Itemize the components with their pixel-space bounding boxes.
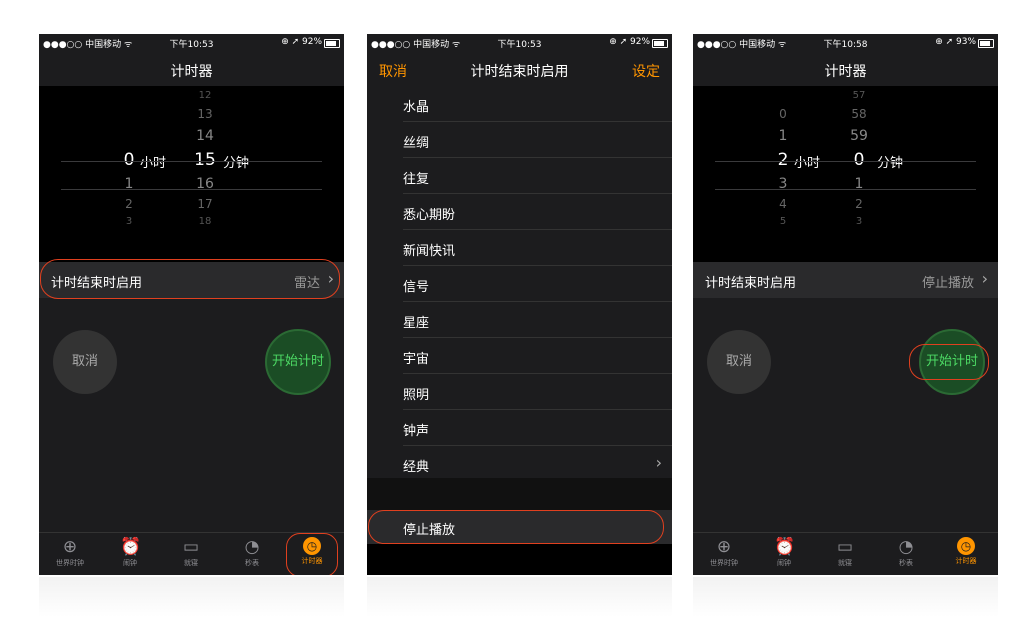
bed-icon: ▭ bbox=[182, 537, 200, 557]
list-item[interactable]: 钟声 bbox=[403, 410, 672, 446]
status-right: ⊕ ➚ 93% bbox=[935, 37, 976, 47]
tab-bedtime[interactable]: ▭ 就寝 bbox=[817, 537, 873, 568]
nav-bar: 计时器 bbox=[693, 52, 998, 86]
highlight-annotation bbox=[909, 344, 989, 380]
tab-stopwatch[interactable]: ◔ 秒表 bbox=[878, 537, 934, 568]
battery-icon bbox=[978, 39, 994, 48]
sound-list: 水晶 丝绸 往复 悉心期盼 新闻快讯 信号 星座 宇宙 照明 钟声 经典 › bbox=[367, 86, 672, 478]
list-item[interactable]: 信号 bbox=[403, 266, 672, 302]
list-item[interactable]: 往复 bbox=[403, 158, 672, 194]
time-picker[interactable]: 0 1 2 3 4 5 小时 57 58 59 0 1 2 3 分钟 bbox=[693, 86, 998, 262]
battery-icon bbox=[652, 39, 668, 48]
picker-selection-line bbox=[61, 189, 322, 190]
highlight-annotation bbox=[368, 510, 664, 544]
list-item[interactable]: 新闻快讯 bbox=[403, 230, 672, 266]
list-item[interactable]: 照明 bbox=[403, 374, 672, 410]
phone-screen-timer: ●●●○○ 中国移动 ᯤ 下午10:53 ⊕ ➚ 92% 计时器 0 1 2 3… bbox=[39, 34, 344, 575]
picker-hour: 3 bbox=[125, 216, 133, 227]
picker-hour: 1 bbox=[778, 128, 788, 144]
list-item[interactable]: 星座 bbox=[403, 302, 672, 338]
highlight-annotation bbox=[40, 259, 340, 299]
picker-minute: 2 bbox=[855, 197, 863, 211]
list-item[interactable]: 悉心期盼 bbox=[403, 194, 672, 230]
battery-icon bbox=[324, 39, 340, 48]
status-right: ⊕ ➚ 92% bbox=[281, 37, 322, 47]
picker-minute: 17 bbox=[197, 197, 213, 211]
alarm-icon: ⏰ bbox=[120, 537, 142, 557]
stopwatch-icon: ◔ bbox=[898, 537, 914, 557]
picker-minute: 3 bbox=[855, 216, 863, 227]
globe-icon: ⊕ bbox=[716, 537, 732, 557]
globe-icon: ⊕ bbox=[62, 537, 78, 557]
phone-reflection bbox=[367, 577, 672, 617]
picker-minute: 14 bbox=[196, 128, 214, 144]
alarm-icon: ⏰ bbox=[774, 537, 796, 557]
page-title: 计时结束时启用 bbox=[470, 64, 569, 80]
picker-minute: 59 bbox=[850, 128, 868, 144]
picker-minute: 18 bbox=[198, 216, 212, 227]
picker-selection-line bbox=[715, 161, 976, 162]
phone-reflection bbox=[39, 577, 344, 617]
nav-bar: 取消 计时结束时启用 设定 bbox=[367, 52, 672, 86]
picker-minute: 58 bbox=[851, 107, 867, 121]
status-bar: ●●●○○ 中国移动 ᯤ 下午10:58 ⊕ ➚ 93% bbox=[693, 34, 998, 52]
status-right: ⊕ ➚ 92% bbox=[609, 37, 650, 47]
time-picker[interactable]: 0 1 2 3 小时 12 13 14 15 16 17 18 分钟 bbox=[39, 86, 344, 262]
chevron-right-icon: › bbox=[981, 269, 988, 288]
sound-setting-value: 停止播放 bbox=[921, 276, 974, 291]
start-timer-button[interactable]: 开始计时 bbox=[265, 329, 331, 395]
picker-minute: 57 bbox=[852, 90, 866, 101]
sound-setting-label: 计时结束时启用 bbox=[705, 276, 797, 291]
page-title: 计时器 bbox=[824, 64, 867, 80]
tab-alarm[interactable]: ⏰ 闹钟 bbox=[756, 537, 812, 568]
picker-minute-selected[interactable]: 0 bbox=[839, 150, 879, 170]
set-button[interactable]: 设定 bbox=[632, 61, 660, 81]
cancel-button[interactable]: 取消 bbox=[707, 330, 771, 394]
page-title: 计时器 bbox=[170, 64, 213, 80]
picker-selection-line bbox=[61, 161, 322, 162]
list-item[interactable]: 宇宙 bbox=[403, 338, 672, 374]
picker-selection-line bbox=[715, 189, 976, 190]
chevron-right-icon: › bbox=[655, 453, 662, 472]
list-item[interactable]: 经典 › bbox=[403, 446, 672, 481]
tab-timer[interactable]: ◷ 计时器 bbox=[938, 537, 994, 566]
phone-screen-sound-picker: ●●●○○ 中国移动 ᯤ 下午10:53 ⊕ ➚ 92% 取消 计时结束时启用 … bbox=[367, 34, 672, 575]
picker-minute: 12 bbox=[198, 90, 212, 101]
status-bar: ●●●○○ 中国移动 ᯤ 下午10:53 ⊕ ➚ 92% bbox=[367, 34, 672, 52]
picker-minute: 13 bbox=[197, 107, 213, 121]
cancel-button[interactable]: 取消 bbox=[53, 330, 117, 394]
section-gap bbox=[367, 478, 672, 510]
tab-world-clock[interactable]: ⊕ 世界时钟 bbox=[42, 537, 98, 568]
timer-icon: ◷ bbox=[957, 537, 975, 555]
bottom-area bbox=[367, 544, 672, 575]
status-bar: ●●●○○ 中国移动 ᯤ 下午10:53 ⊕ ➚ 92% bbox=[39, 34, 344, 52]
bed-icon: ▭ bbox=[836, 537, 854, 557]
picker-hour: 4 bbox=[779, 197, 787, 211]
tab-bedtime[interactable]: ▭ 就寝 bbox=[163, 537, 219, 568]
picker-hour: 5 bbox=[779, 216, 787, 227]
stopwatch-icon: ◔ bbox=[244, 537, 260, 557]
picker-minute-selected[interactable]: 15 bbox=[185, 150, 225, 170]
tab-alarm[interactable]: ⏰ 闹钟 bbox=[102, 537, 158, 568]
sound-setting-row[interactable]: 计时结束时启用 停止播放 › bbox=[693, 262, 998, 298]
list-item[interactable]: 水晶 bbox=[403, 86, 672, 122]
phone-reflection bbox=[693, 577, 998, 617]
nav-bar: 计时器 bbox=[39, 52, 344, 86]
list-item[interactable]: 丝绸 bbox=[403, 122, 672, 158]
tab-world-clock[interactable]: ⊕ 世界时钟 bbox=[696, 537, 752, 568]
tab-stopwatch[interactable]: ◔ 秒表 bbox=[224, 537, 280, 568]
highlight-annotation bbox=[286, 533, 338, 575]
picker-hour: 0 bbox=[779, 107, 787, 121]
phone-screen-timer-set: ●●●○○ 中国移动 ᯤ 下午10:58 ⊕ ➚ 93% 计时器 0 1 2 3… bbox=[693, 34, 998, 575]
tab-bar: ⊕ 世界时钟 ⏰ 闹钟 ▭ 就寝 ◔ 秒表 ◷ 计时器 bbox=[693, 532, 998, 575]
picker-hour: 2 bbox=[125, 197, 133, 211]
